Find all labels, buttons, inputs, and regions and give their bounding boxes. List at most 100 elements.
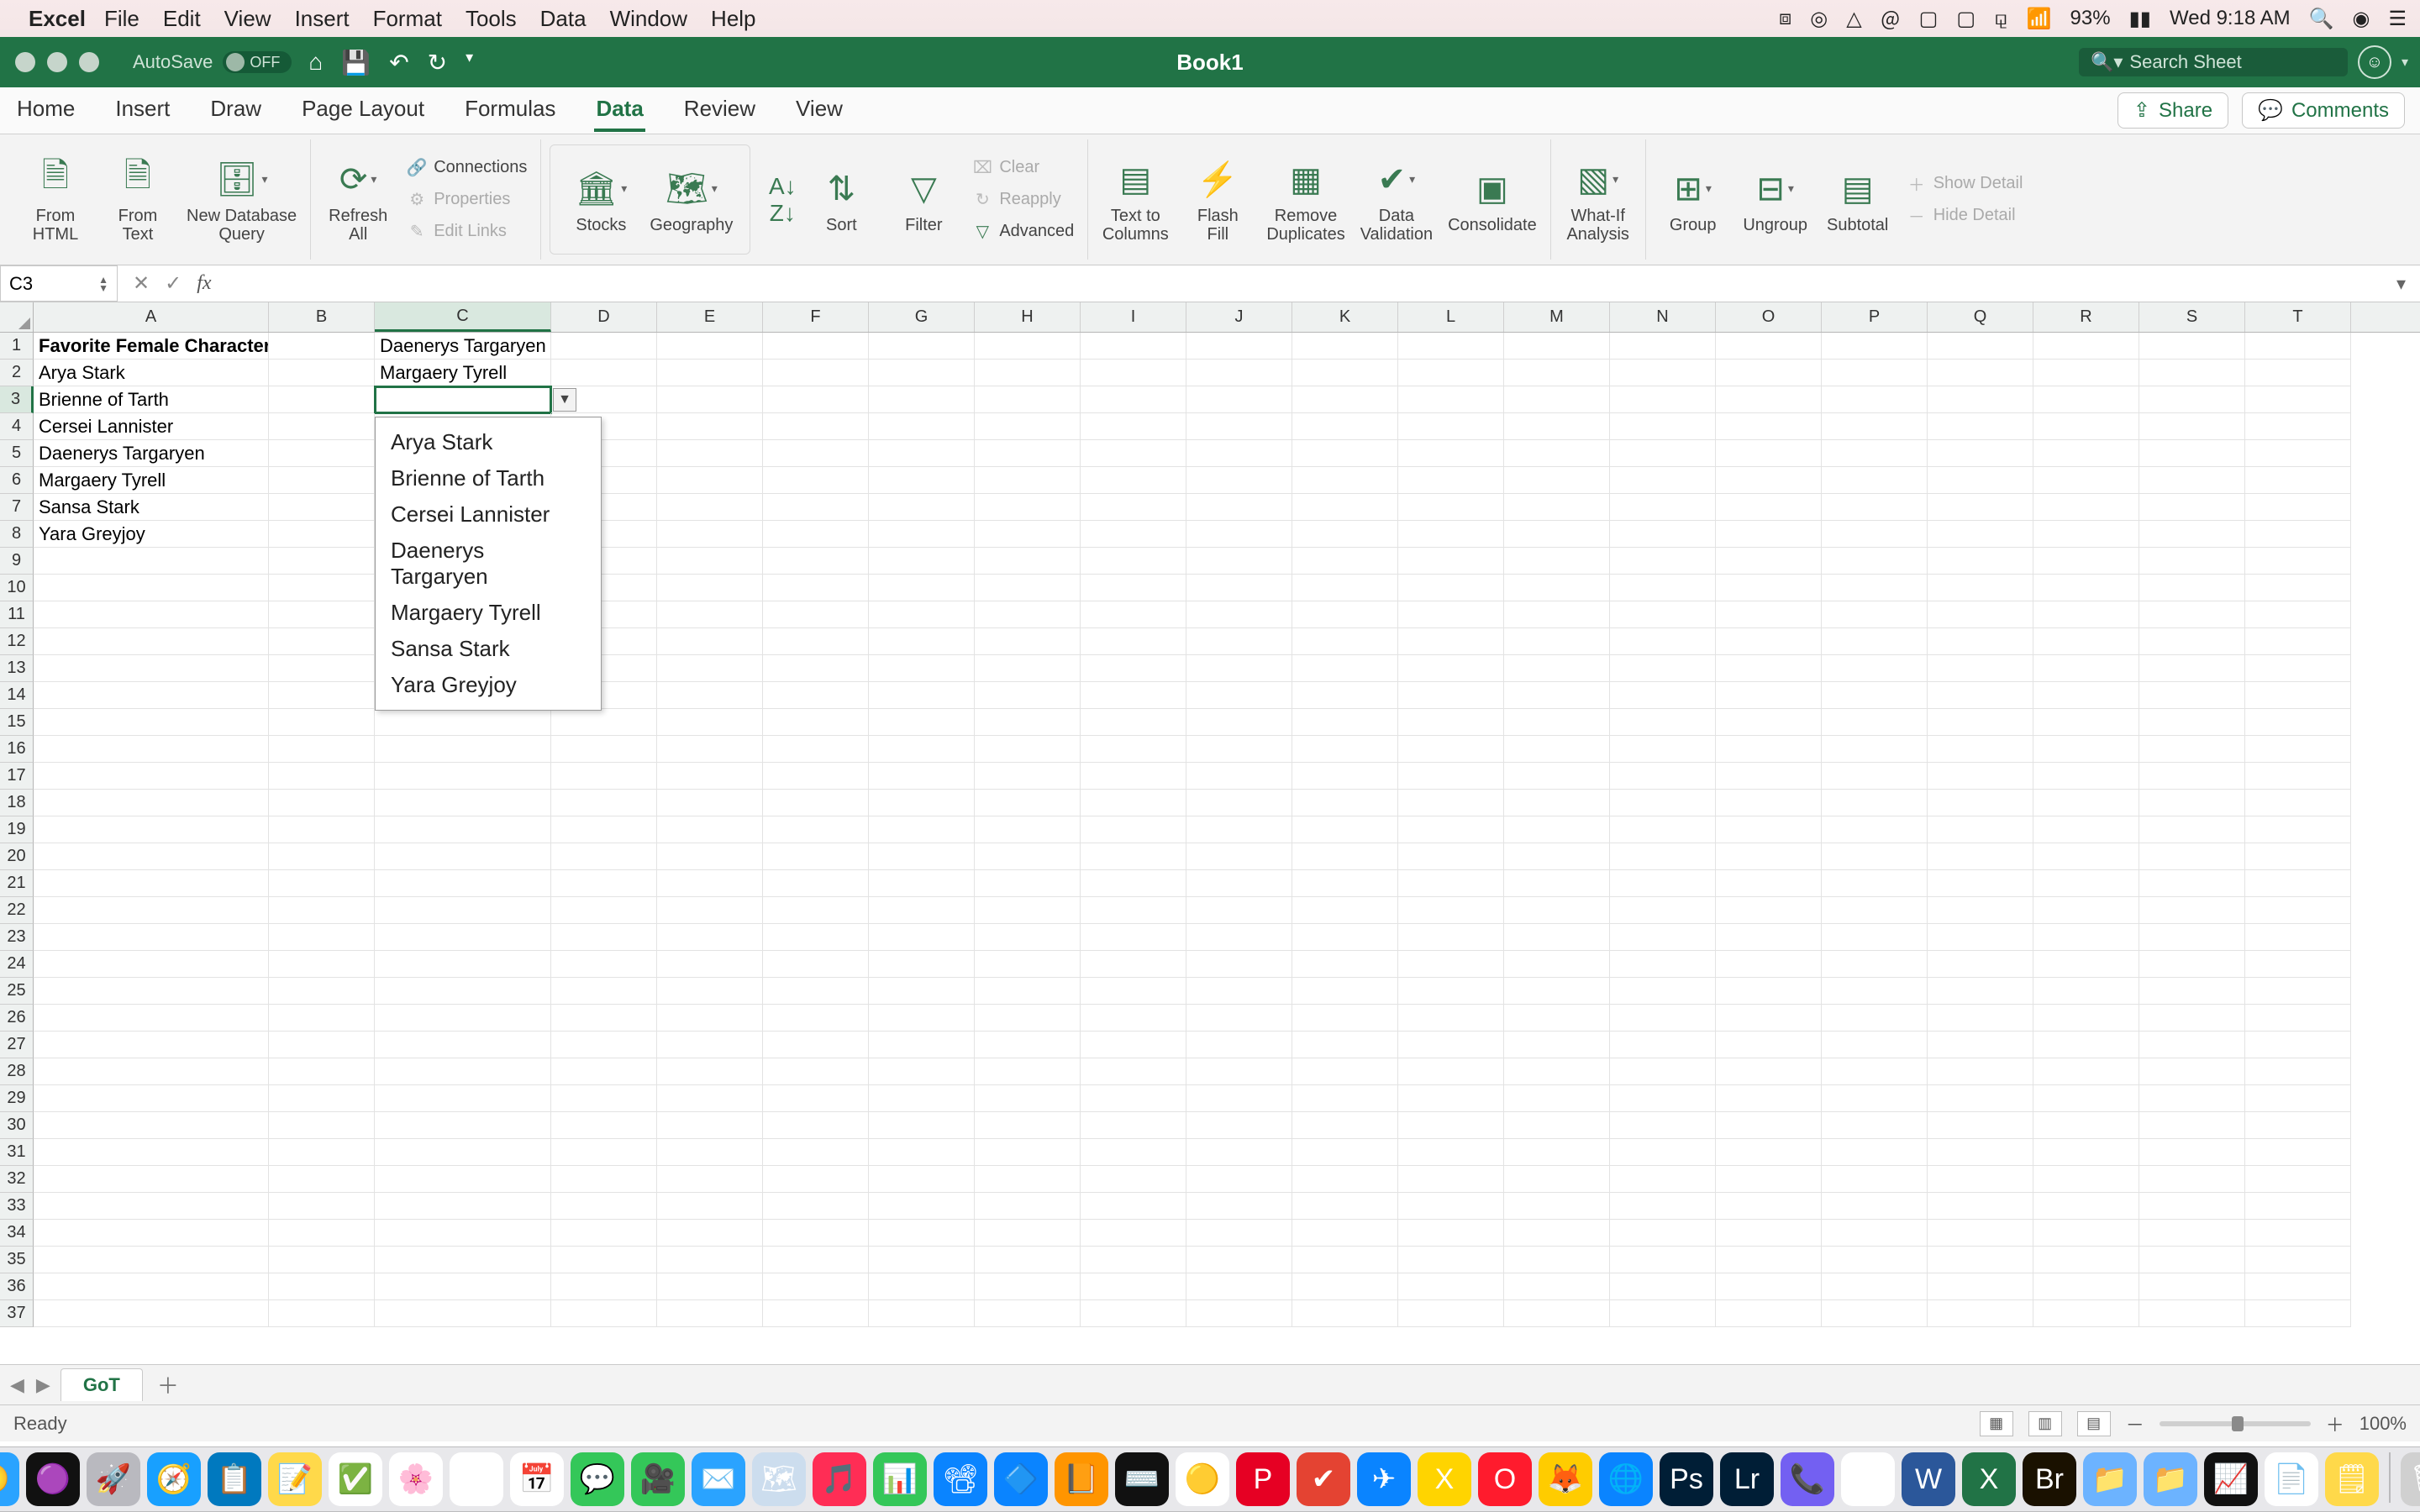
cell-Q30[interactable] [1928, 1112, 2033, 1139]
cell-O16[interactable] [1716, 736, 1822, 763]
cell-C21[interactable] [375, 870, 551, 897]
cell-H16[interactable] [975, 736, 1081, 763]
cell-B26[interactable] [269, 1005, 375, 1032]
cell-D34[interactable] [551, 1220, 657, 1247]
cell-P6[interactable] [1822, 467, 1928, 494]
cell-S1[interactable] [2139, 333, 2245, 360]
cell-Q7[interactable] [1928, 494, 2033, 521]
cell-R6[interactable] [2033, 467, 2139, 494]
cell-O22[interactable] [1716, 897, 1822, 924]
cell-L25[interactable] [1398, 978, 1504, 1005]
cell-O11[interactable] [1716, 601, 1822, 628]
cell-D32[interactable] [551, 1166, 657, 1193]
dock-app-photoshop[interactable]: Ps [1660, 1452, 1713, 1506]
cell-C34[interactable] [375, 1220, 551, 1247]
cell-J26[interactable] [1186, 1005, 1292, 1032]
cell-N14[interactable] [1610, 682, 1716, 709]
cell-N1[interactable] [1610, 333, 1716, 360]
cell-H25[interactable] [975, 978, 1081, 1005]
cell-N22[interactable] [1610, 897, 1716, 924]
cell-E15[interactable] [657, 709, 763, 736]
row-header-21[interactable]: 21 [0, 870, 34, 897]
cell-N35[interactable] [1610, 1247, 1716, 1273]
cell-Q19[interactable] [1928, 816, 2033, 843]
column-header-G[interactable]: G [869, 302, 975, 332]
cell-S15[interactable] [2139, 709, 2245, 736]
cell-T32[interactable] [2245, 1166, 2351, 1193]
cell-B34[interactable] [269, 1220, 375, 1247]
menu-window[interactable]: Window [610, 6, 687, 32]
cell-P36[interactable] [1822, 1273, 1928, 1300]
cell-H2[interactable] [975, 360, 1081, 386]
cell-A10[interactable] [34, 575, 269, 601]
cell-J8[interactable] [1186, 521, 1292, 548]
cell-C25[interactable] [375, 978, 551, 1005]
cell-L10[interactable] [1398, 575, 1504, 601]
cell-N29[interactable] [1610, 1085, 1716, 1112]
cell-Q6[interactable] [1928, 467, 2033, 494]
cell-S20[interactable] [2139, 843, 2245, 870]
cell-D25[interactable] [551, 978, 657, 1005]
cell-Q12[interactable] [1928, 628, 2033, 655]
cell-R37[interactable] [2033, 1300, 2139, 1327]
cell-S3[interactable] [2139, 386, 2245, 413]
dock-app-reminders[interactable]: ✅ [329, 1452, 382, 1506]
cell-I5[interactable] [1081, 440, 1186, 467]
cell-P11[interactable] [1822, 601, 1928, 628]
cell-G6[interactable] [869, 467, 975, 494]
cell-P33[interactable] [1822, 1193, 1928, 1220]
select-all-corner[interactable] [0, 302, 34, 332]
cell-N9[interactable] [1610, 548, 1716, 575]
cell-J16[interactable] [1186, 736, 1292, 763]
sheet-nav-prev-icon[interactable]: ◀ [10, 1374, 24, 1396]
cell-E30[interactable] [657, 1112, 763, 1139]
cell-L1[interactable] [1398, 333, 1504, 360]
cell-T36[interactable] [2245, 1273, 2351, 1300]
zoom-in-button[interactable]: ＋ [2326, 1410, 2344, 1437]
cell-P3[interactable] [1822, 386, 1928, 413]
cell-I35[interactable] [1081, 1247, 1186, 1273]
cell-J19[interactable] [1186, 816, 1292, 843]
cell-H14[interactable] [975, 682, 1081, 709]
zoom-value[interactable]: 100% [2360, 1413, 2407, 1435]
cell-B13[interactable] [269, 655, 375, 682]
cell-S2[interactable] [2139, 360, 2245, 386]
cell-H22[interactable] [975, 897, 1081, 924]
cell-O32[interactable] [1716, 1166, 1822, 1193]
cell-O17[interactable] [1716, 763, 1822, 790]
cell-M8[interactable] [1504, 521, 1610, 548]
cell-I3[interactable] [1081, 386, 1186, 413]
cell-H15[interactable] [975, 709, 1081, 736]
comments-button[interactable]: 💬Comments [2242, 92, 2405, 129]
cell-P24[interactable] [1822, 951, 1928, 978]
cell-E2[interactable] [657, 360, 763, 386]
cell-J23[interactable] [1186, 924, 1292, 951]
cell-E8[interactable] [657, 521, 763, 548]
cell-E9[interactable] [657, 548, 763, 575]
cell-B1[interactable] [269, 333, 375, 360]
what-if-button[interactable]: ▧▾What-If Analysis [1565, 156, 1632, 244]
cell-L23[interactable] [1398, 924, 1504, 951]
cell-P27[interactable] [1822, 1032, 1928, 1058]
view-normal-button[interactable]: ▦ [1980, 1411, 2013, 1436]
cell-M29[interactable] [1504, 1085, 1610, 1112]
cell-N26[interactable] [1610, 1005, 1716, 1032]
cell-S7[interactable] [2139, 494, 2245, 521]
cell-N4[interactable] [1610, 413, 1716, 440]
cell-K26[interactable] [1292, 1005, 1398, 1032]
tab-review[interactable]: Review [682, 89, 757, 132]
cell-L12[interactable] [1398, 628, 1504, 655]
dock-app-finder[interactable]: 🙂 [0, 1452, 19, 1506]
cell-D22[interactable] [551, 897, 657, 924]
cell-M13[interactable] [1504, 655, 1610, 682]
cell-Q15[interactable] [1928, 709, 2033, 736]
cell-P21[interactable] [1822, 870, 1928, 897]
airplay-icon[interactable]: ▢ [1956, 7, 1975, 31]
cell-I8[interactable] [1081, 521, 1186, 548]
enter-formula-icon[interactable]: ✓ [165, 271, 182, 296]
cell-R34[interactable] [2033, 1220, 2139, 1247]
cell-L33[interactable] [1398, 1193, 1504, 1220]
dropdown-item[interactable]: Yara Greyjoy [376, 667, 601, 703]
row-header-25[interactable]: 25 [0, 978, 34, 1005]
cell-H20[interactable] [975, 843, 1081, 870]
